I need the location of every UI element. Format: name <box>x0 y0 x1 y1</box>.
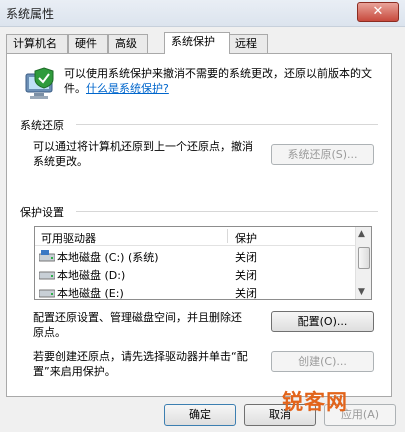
title-bar: 系统属性 ✕ <box>0 0 405 27</box>
close-button[interactable]: ✕ <box>357 2 399 22</box>
tab-hardware[interactable]: 硬件 <box>68 34 108 53</box>
scroll-thumb[interactable] <box>358 247 370 269</box>
tab-system-protection[interactable]: 系统保护 <box>164 32 230 54</box>
drive-name: 本地磁盘 (C:) (系统) <box>57 251 159 264</box>
intro-text: 可以使用系统保护来撤消不需要的系统更改，还原以前版本的文件。什么是系统保护? <box>64 66 384 96</box>
configure-button[interactable]: 配置(O)... <box>271 311 374 332</box>
drive-row-c[interactable]: 本地磁盘 (C:) (系统) 关闭 <box>35 247 355 265</box>
close-icon: ✕ <box>372 4 384 19</box>
system-drive-icon <box>39 250 55 262</box>
system-restore-title: 系统还原 <box>20 119 64 132</box>
create-button[interactable]: 创建(C)... <box>271 351 374 372</box>
drive-row-d[interactable]: 本地磁盘 (D:) 关闭 <box>35 265 355 283</box>
hard-drive-icon <box>39 271 55 280</box>
scroll-down-icon[interactable]: ▼ <box>358 287 365 297</box>
tab-remote[interactable]: 远程 <box>228 34 268 53</box>
protection-settings-title: 保护设置 <box>20 206 64 219</box>
tab-advanced[interactable]: 高级 <box>108 34 148 53</box>
column-protection[interactable]: 保护 <box>235 230 257 246</box>
system-restore-button[interactable]: 系统还原(S)... <box>271 144 374 165</box>
tab-panel <box>6 53 392 397</box>
drive-row-e[interactable]: 本地磁盘 (E:) 关闭 <box>35 283 355 300</box>
tab-computer-name[interactable]: 计算机名 <box>6 34 68 53</box>
drive-list[interactable]: 可用驱动器 保护 本地磁盘 (C:) (系统) 关闭 本地磁盘 (D:) 关闭 … <box>34 226 372 300</box>
window-title: 系统属性 <box>6 7 55 21</box>
system-restore-description: 可以通过将计算机还原到上一个还原点，撤消系统更改。 <box>33 140 253 168</box>
watermark-logo: 锐客网 <box>282 389 348 414</box>
column-divider <box>227 229 228 243</box>
create-description: 若要创建还原点，请先选择驱动器并单击“配置”来启用保护。 <box>33 350 248 378</box>
drive-status: 关闭 <box>235 269 257 282</box>
drive-name: 本地磁盘 (E:) <box>57 287 124 300</box>
protection-settings-divider <box>76 211 378 212</box>
drive-status: 关闭 <box>235 287 257 300</box>
drive-status: 关闭 <box>235 251 257 264</box>
system-protection-icon <box>25 67 54 99</box>
drive-list-header: 可用驱动器 保护 <box>35 227 355 246</box>
what-is-system-protection-link[interactable]: 什么是系统保护? <box>86 82 169 95</box>
scroll-up-icon[interactable]: ▲ <box>358 229 365 239</box>
hard-drive-icon <box>39 289 55 298</box>
drive-name: 本地磁盘 (D:) <box>57 269 126 282</box>
ok-button[interactable]: 确定 <box>164 404 236 426</box>
system-restore-divider <box>76 124 378 125</box>
drive-list-scrollbar[interactable]: ▲ ▼ <box>355 227 371 299</box>
configure-description: 配置还原设置、管理磁盘空间，并且删除还原点。 <box>33 311 242 339</box>
column-available-drives[interactable]: 可用驱动器 <box>41 230 96 246</box>
